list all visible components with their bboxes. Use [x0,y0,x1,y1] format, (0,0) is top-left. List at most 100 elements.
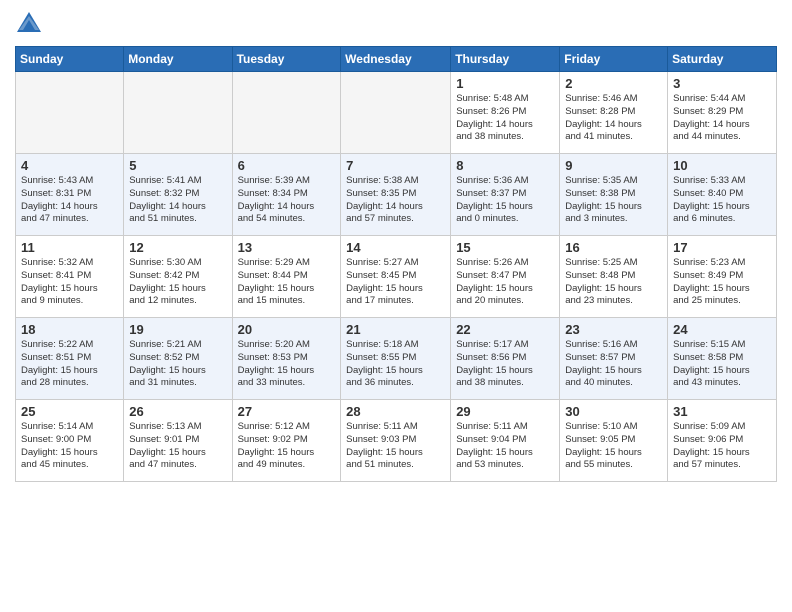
calendar-cell: 8 Sunrise: 5:36 AM Sunset: 8:37 PM Daylig… [451,154,560,236]
day-number: 19 [129,322,226,337]
calendar-cell [232,72,341,154]
day-number: 18 [21,322,118,337]
calendar-cell: 31Sunrise: 5:09 AM Sunset: 9:06 PM Dayli… [668,400,777,482]
calendar-body: 1Sunrise: 5:48 AM Sunset: 8:26 PM Daylig… [16,72,777,482]
day-number: 5 [129,158,226,173]
page: SundayMondayTuesdayWednesdayThursdayFrid… [0,0,792,612]
calendar-cell: 23 Sunrise: 5:16 AM Sunset: 8:57 PM Dayli… [560,318,668,400]
calendar-cell: 27 Sunrise: 5:12 AM Sunset: 9:02 PM Dayli… [232,400,341,482]
logo-icon [15,10,43,38]
day-info: Sunrise: 5:48 AM Sunset: 8:26 PM Dayligh… [456,93,554,144]
day-info: Sunrise: 5:21 AM Sunset: 8:52 PM Dayligh… [129,339,226,390]
day-info: Sunrise: 5:14 AM Sunset: 9:00 PM Dayligh… [21,421,118,472]
day-info: Sunrise: 5:46 AM Sunset: 8:28 PM Dayligh… [565,93,662,144]
calendar-cell: 25 Sunrise: 5:14 AM Sunset: 9:00 PM Dayli… [16,400,124,482]
calendar-week-row: 18Sunrise: 5:22 AM Sunset: 8:51 PM Dayli… [16,318,777,400]
day-info: Sunrise: 5:26 AM Sunset: 8:47 PM Dayligh… [456,257,554,308]
calendar-cell: 5 Sunrise: 5:41 AM Sunset: 8:32 PM Daylig… [124,154,232,236]
day-info: Sunrise: 5:15 AM Sunset: 8:58 PM Dayligh… [673,339,771,390]
calendar-cell: 17 Sunrise: 5:23 AM Sunset: 8:49 PM Dayli… [668,236,777,318]
day-number: 15 [456,240,554,255]
day-info: Sunrise: 5:29 AM Sunset: 8:44 PM Dayligh… [238,257,336,308]
day-number: 8 [456,158,554,173]
weekday-header: Saturday [668,47,777,72]
day-info: Sunrise: 5:16 AM Sunset: 8:57 PM Dayligh… [565,339,662,390]
calendar-cell: 2Sunrise: 5:46 AM Sunset: 8:28 PM Daylig… [560,72,668,154]
calendar-cell: 30 Sunrise: 5:10 AM Sunset: 9:05 PM Dayli… [560,400,668,482]
calendar-header-row: SundayMondayTuesdayWednesdayThursdayFrid… [16,47,777,72]
calendar-cell: 16 Sunrise: 5:25 AM Sunset: 8:48 PM Dayli… [560,236,668,318]
day-info: Sunrise: 5:17 AM Sunset: 8:56 PM Dayligh… [456,339,554,390]
calendar-cell: 13 Sunrise: 5:29 AM Sunset: 8:44 PM Dayli… [232,236,341,318]
calendar-cell [124,72,232,154]
calendar-cell: 24Sunrise: 5:15 AM Sunset: 8:58 PM Dayli… [668,318,777,400]
day-info: Sunrise: 5:33 AM Sunset: 8:40 PM Dayligh… [673,175,771,226]
weekday-header: Tuesday [232,47,341,72]
calendar-cell: 10 Sunrise: 5:33 AM Sunset: 8:40 PM Dayli… [668,154,777,236]
weekday-header: Monday [124,47,232,72]
day-number: 30 [565,404,662,419]
day-info: Sunrise: 5:27 AM Sunset: 8:45 PM Dayligh… [346,257,445,308]
calendar-cell: 1Sunrise: 5:48 AM Sunset: 8:26 PM Daylig… [451,72,560,154]
day-number: 7 [346,158,445,173]
day-number: 17 [673,240,771,255]
calendar-cell [16,72,124,154]
calendar-cell: 19 Sunrise: 5:21 AM Sunset: 8:52 PM Dayli… [124,318,232,400]
day-info: Sunrise: 5:10 AM Sunset: 9:05 PM Dayligh… [565,421,662,472]
day-info: Sunrise: 5:39 AM Sunset: 8:34 PM Dayligh… [238,175,336,226]
day-number: 3 [673,76,771,91]
calendar-cell: 28Sunrise: 5:11 AM Sunset: 9:03 PM Dayli… [341,400,451,482]
day-number: 22 [456,322,554,337]
day-info: Sunrise: 5:32 AM Sunset: 8:41 PM Dayligh… [21,257,118,308]
calendar-cell: 20Sunrise: 5:20 AM Sunset: 8:53 PM Dayli… [232,318,341,400]
calendar-cell: 11 Sunrise: 5:32 AM Sunset: 8:41 PM Dayli… [16,236,124,318]
day-number: 14 [346,240,445,255]
day-number: 23 [565,322,662,337]
day-number: 10 [673,158,771,173]
day-info: Sunrise: 5:12 AM Sunset: 9:02 PM Dayligh… [238,421,336,472]
calendar-cell: 21Sunrise: 5:18 AM Sunset: 8:55 PM Dayli… [341,318,451,400]
calendar-cell: 14 Sunrise: 5:27 AM Sunset: 8:45 PM Dayli… [341,236,451,318]
weekday-header: Wednesday [341,47,451,72]
calendar-week-row: 25 Sunrise: 5:14 AM Sunset: 9:00 PM Dayli… [16,400,777,482]
calendar-week-row: 1Sunrise: 5:48 AM Sunset: 8:26 PM Daylig… [16,72,777,154]
day-info: Sunrise: 5:44 AM Sunset: 8:29 PM Dayligh… [673,93,771,144]
day-number: 6 [238,158,336,173]
calendar-week-row: 4 Sunrise: 5:43 AM Sunset: 8:31 PM Daylig… [16,154,777,236]
day-number: 28 [346,404,445,419]
calendar-cell: 29Sunrise: 5:11 AM Sunset: 9:04 PM Dayli… [451,400,560,482]
day-info: Sunrise: 5:41 AM Sunset: 8:32 PM Dayligh… [129,175,226,226]
day-info: Sunrise: 5:43 AM Sunset: 8:31 PM Dayligh… [21,175,118,226]
day-info: Sunrise: 5:23 AM Sunset: 8:49 PM Dayligh… [673,257,771,308]
weekday-header: Sunday [16,47,124,72]
calendar-cell: 4 Sunrise: 5:43 AM Sunset: 8:31 PM Daylig… [16,154,124,236]
calendar-cell: 18Sunrise: 5:22 AM Sunset: 8:51 PM Dayli… [16,318,124,400]
day-info: Sunrise: 5:09 AM Sunset: 9:06 PM Dayligh… [673,421,771,472]
calendar-cell [341,72,451,154]
day-info: Sunrise: 5:30 AM Sunset: 8:42 PM Dayligh… [129,257,226,308]
header [15,10,777,38]
calendar-cell: 7 Sunrise: 5:38 AM Sunset: 8:35 PM Daylig… [341,154,451,236]
weekday-header: Thursday [451,47,560,72]
day-number: 26 [129,404,226,419]
day-number: 11 [21,240,118,255]
day-number: 20 [238,322,336,337]
calendar-cell: 6 Sunrise: 5:39 AM Sunset: 8:34 PM Daylig… [232,154,341,236]
logo [15,10,47,38]
calendar-cell: 9Sunrise: 5:35 AM Sunset: 8:38 PM Daylig… [560,154,668,236]
day-number: 4 [21,158,118,173]
calendar-cell: 3 Sunrise: 5:44 AM Sunset: 8:29 PM Daylig… [668,72,777,154]
day-number: 9 [565,158,662,173]
calendar: SundayMondayTuesdayWednesdayThursdayFrid… [15,46,777,482]
day-info: Sunrise: 5:38 AM Sunset: 8:35 PM Dayligh… [346,175,445,226]
day-number: 13 [238,240,336,255]
day-info: Sunrise: 5:25 AM Sunset: 8:48 PM Dayligh… [565,257,662,308]
day-number: 27 [238,404,336,419]
calendar-cell: 26Sunrise: 5:13 AM Sunset: 9:01 PM Dayli… [124,400,232,482]
calendar-cell: 22 Sunrise: 5:17 AM Sunset: 8:56 PM Dayli… [451,318,560,400]
day-info: Sunrise: 5:36 AM Sunset: 8:37 PM Dayligh… [456,175,554,226]
day-number: 29 [456,404,554,419]
day-number: 25 [21,404,118,419]
calendar-week-row: 11 Sunrise: 5:32 AM Sunset: 8:41 PM Dayli… [16,236,777,318]
day-number: 16 [565,240,662,255]
